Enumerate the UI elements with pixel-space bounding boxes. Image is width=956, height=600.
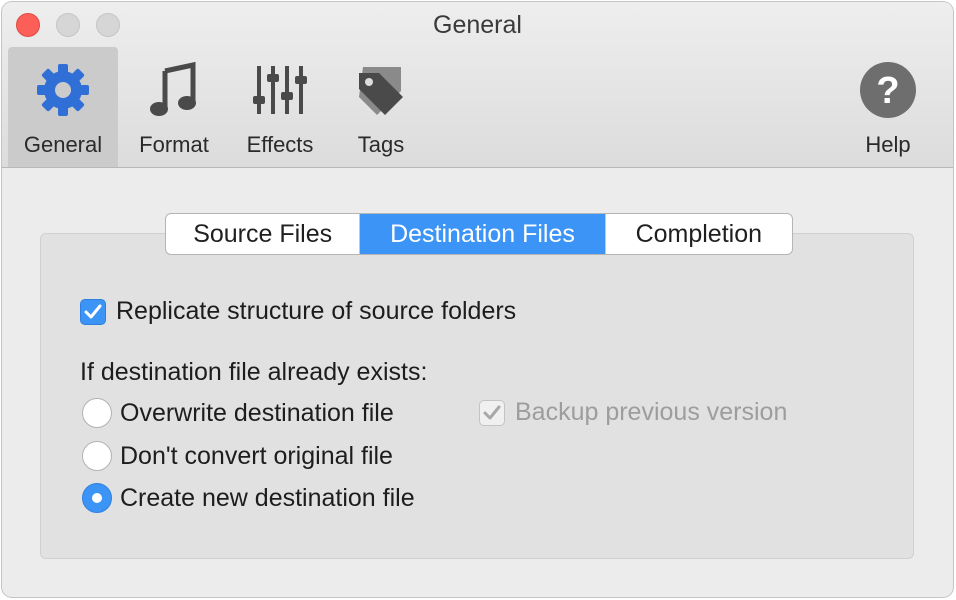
radio-button-overwrite[interactable] (82, 398, 112, 428)
toolbar-item-format[interactable]: Format (126, 47, 222, 167)
radio-button-create-new[interactable] (82, 483, 112, 513)
replicate-structure-label: Replicate structure of source folders (116, 297, 517, 325)
svg-text:?: ? (876, 70, 899, 112)
tab-completion[interactable]: Completion (604, 214, 792, 254)
destination-exists-heading: If destination file already exists: (80, 358, 428, 386)
backup-previous-label: Backup previous version (515, 398, 788, 426)
gear-icon (8, 59, 118, 121)
window-title: General (433, 11, 522, 39)
backup-previous-checkbox[interactable] (479, 399, 505, 426)
title-toolbar: General General Format Effects Tags ? He… (2, 2, 953, 168)
preferences-window: General General Format Effects Tags ? He… (2, 2, 953, 597)
help-icon: ? (846, 59, 930, 121)
toolbar-item-effects[interactable]: Effects (236, 47, 324, 167)
tab-control: Source Files Destination Files Completio… (165, 213, 793, 255)
tab-source-files[interactable]: Source Files (166, 214, 359, 254)
toolbar-label-tags: Tags (357, 132, 405, 157)
replicate-structure-checkbox[interactable] (80, 298, 106, 325)
tab-destination-files[interactable]: Destination Files (359, 214, 605, 254)
radio-label-create-new: Create new destination file (120, 483, 415, 512)
replicate-structure-option[interactable]: Replicate structure of source folders (80, 297, 516, 326)
radio-label-overwrite: Overwrite destination file (120, 398, 394, 427)
radio-option-overwrite[interactable]: Overwrite destination file (82, 398, 394, 428)
sliders-icon (236, 59, 324, 121)
toolbar-item-general[interactable]: General (8, 47, 118, 167)
radio-label-dont-convert: Don't convert original file (120, 441, 393, 470)
toolbar-label-general: General (23, 132, 103, 157)
backup-previous-option[interactable]: Backup previous version (479, 398, 787, 427)
radio-selected-dot (92, 493, 102, 503)
toolbar-label-format: Format (139, 132, 209, 157)
checkmark-icon (483, 405, 501, 419)
music-note-icon (126, 59, 222, 121)
radio-option-dont-convert[interactable]: Don't convert original file (82, 441, 393, 471)
radio-option-create-new[interactable]: Create new destination file (82, 483, 415, 513)
toolbar-label-effects: Effects (246, 132, 314, 157)
toolbar-item-tags[interactable]: Tags (338, 47, 424, 167)
tag-icon (338, 59, 424, 121)
radio-button-dont-convert[interactable] (82, 441, 112, 471)
toolbar-item-help[interactable]: ? Help (846, 47, 930, 167)
checkmark-icon (84, 304, 102, 318)
toolbar-label-help: Help (865, 132, 911, 157)
